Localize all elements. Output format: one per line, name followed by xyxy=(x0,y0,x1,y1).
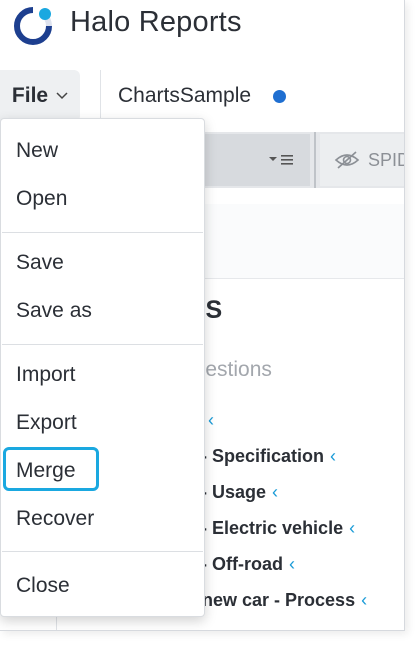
toolbar-divider xyxy=(100,70,101,124)
filter-list-icon xyxy=(269,155,293,165)
chevron-left-icon: ‹ xyxy=(361,590,368,610)
tab-spider2[interactable]: SPIDER2 xyxy=(320,134,404,186)
menu-divider xyxy=(2,344,203,345)
file-menu-button[interactable]: File xyxy=(0,70,80,122)
app-window: Halo Reports File ChartsSample SPI quest… xyxy=(0,0,405,631)
chevron-left-icon: ‹ xyxy=(272,482,279,502)
chevron-left-icon: ‹ xyxy=(349,518,356,538)
document-toolbar: File ChartsSample xyxy=(0,70,404,124)
menu-item-save[interactable]: Save xyxy=(16,251,64,275)
menu-item-export[interactable]: Export xyxy=(16,411,77,435)
list-item[interactable]: new car - Process ‹ xyxy=(202,590,367,611)
app-title: Halo Reports xyxy=(70,6,242,38)
halo-logo-icon xyxy=(14,7,52,45)
chevron-left-icon: ‹ xyxy=(208,410,215,430)
list-item[interactable]: r - Specification ‹ xyxy=(189,446,336,467)
menu-item-import[interactable]: Import xyxy=(16,363,76,387)
list-item[interactable]: r - Electric vehicle ‹ xyxy=(189,518,355,539)
chevron-left-icon: ‹ xyxy=(289,554,295,574)
menu-divider xyxy=(2,551,203,552)
menu-item-open[interactable]: Open xyxy=(16,187,67,211)
app-header: Halo Reports xyxy=(0,0,404,48)
menu-item-new[interactable]: New xyxy=(16,139,58,163)
menu-item-merge[interactable]: Merge xyxy=(16,459,76,483)
unsaved-indicator xyxy=(273,90,286,103)
menu-item-save-as[interactable]: Save as xyxy=(16,299,92,323)
tab-spider2-label: SPIDER2 xyxy=(368,149,404,170)
filter-tab[interactable] xyxy=(196,134,310,186)
tab-divider xyxy=(314,132,316,188)
chevron-left-icon: ‹ xyxy=(330,446,337,466)
document-title[interactable]: ChartsSample xyxy=(118,84,251,108)
menu-item-recover[interactable]: Recover xyxy=(16,507,94,531)
file-button-label: File xyxy=(11,84,49,107)
eye-off-icon xyxy=(334,151,360,169)
chevron-down-icon xyxy=(56,89,68,103)
file-dropdown-menu: New Open Save Save as Import Export Merg… xyxy=(0,118,205,617)
menu-item-close[interactable]: Close xyxy=(16,574,70,598)
menu-divider xyxy=(2,232,203,233)
